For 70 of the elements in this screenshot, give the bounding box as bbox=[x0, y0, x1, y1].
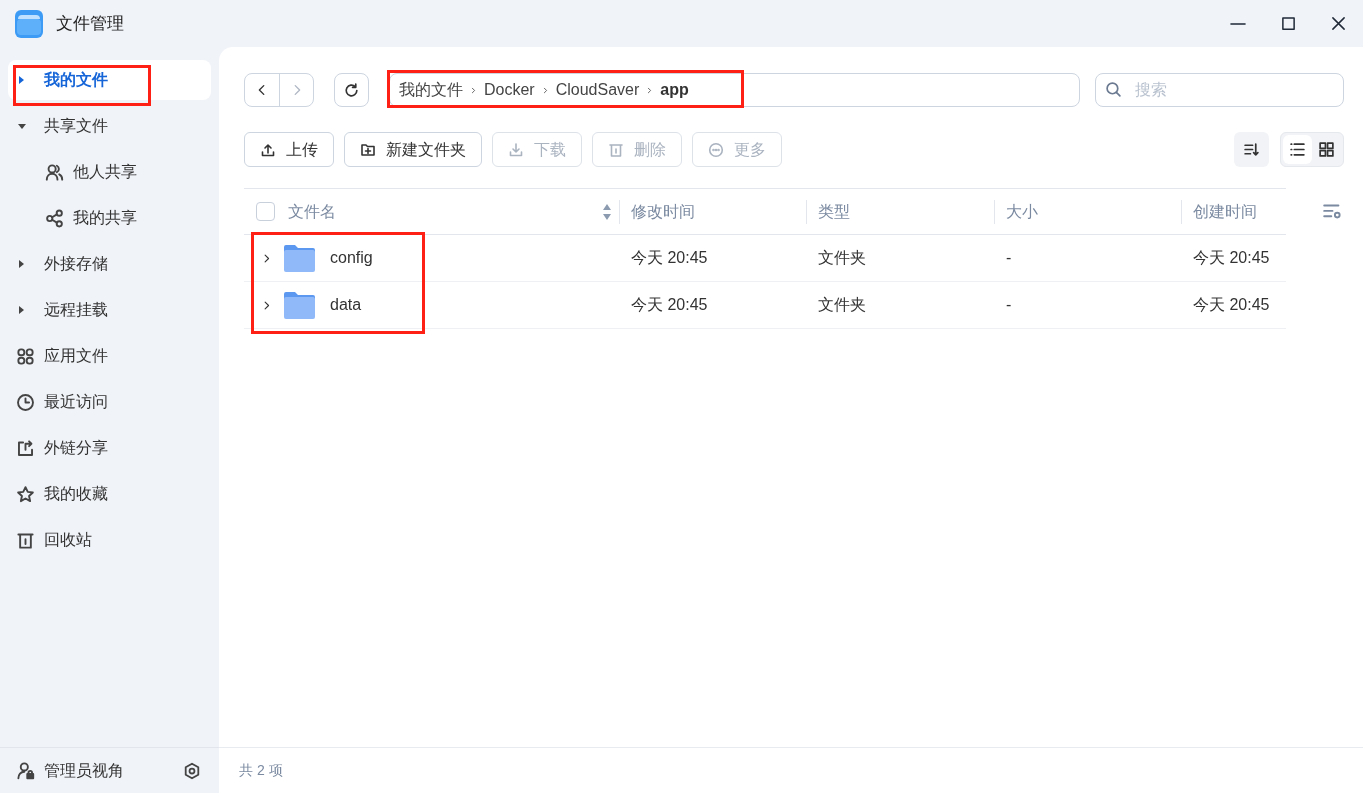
sort-arrows-icon bbox=[602, 202, 612, 221]
download-icon bbox=[508, 141, 524, 158]
share-icon bbox=[45, 208, 64, 228]
column-header[interactable]: 修改时间 bbox=[631, 199, 695, 224]
path-bar[interactable]: 我的文件 Docker CloudSaver app bbox=[389, 73, 1080, 107]
column-header[interactable]: 创建时间 bbox=[1193, 199, 1257, 224]
column-settings-icon bbox=[1323, 202, 1342, 221]
more-icon bbox=[708, 141, 724, 158]
sidebar-item[interactable]: 我的文件 bbox=[8, 60, 211, 100]
toolbar-button[interactable]: 上传 bbox=[244, 132, 334, 167]
breadcrumb-separator-icon bbox=[469, 85, 478, 95]
refresh-button[interactable] bbox=[334, 73, 369, 107]
app-logo-icon bbox=[15, 9, 43, 38]
settings-icon bbox=[183, 761, 201, 780]
new-folder-icon bbox=[360, 141, 376, 158]
maximize-icon bbox=[1280, 16, 1296, 31]
item-count: 共 2 项 bbox=[239, 761, 283, 780]
minimize-icon bbox=[1230, 22, 1246, 25]
star-icon bbox=[16, 484, 35, 504]
table-cell: 文件夹 bbox=[818, 296, 866, 313]
sidebar-item[interactable]: 最近访问 bbox=[8, 382, 211, 422]
sidebar-item[interactable]: 我的共享 bbox=[8, 198, 211, 238]
admin-user-icon bbox=[16, 761, 35, 780]
admin-view-label: 管理员视角 bbox=[44, 760, 124, 781]
clock-icon bbox=[16, 392, 35, 412]
upload-icon bbox=[260, 141, 276, 158]
table-cell: 今天 20:45 bbox=[1193, 249, 1270, 266]
folder-icon bbox=[284, 291, 315, 319]
sort-icon bbox=[1243, 141, 1260, 158]
sidebar-item[interactable]: 外接存储 bbox=[8, 244, 211, 284]
table-cell: - bbox=[1006, 296, 1012, 313]
breadcrumb-item[interactable]: 我的文件 bbox=[399, 78, 463, 102]
trash-icon bbox=[608, 141, 624, 158]
share-out-icon bbox=[16, 438, 35, 458]
table-cell: 今天 20:45 bbox=[631, 249, 708, 266]
column-header[interactable]: 大小 bbox=[1006, 199, 1038, 224]
sidebar-item[interactable]: 他人共享 bbox=[8, 152, 211, 192]
file-name: config bbox=[330, 248, 373, 268]
search-icon bbox=[1105, 81, 1122, 98]
breadcrumb-item[interactable]: CloudSaver bbox=[555, 78, 640, 102]
table-cell: - bbox=[1006, 249, 1012, 266]
sidebar-item[interactable]: 共享文件 bbox=[8, 106, 211, 146]
breadcrumb-item[interactable]: app bbox=[660, 78, 689, 102]
sidebar-item[interactable]: 应用文件 bbox=[8, 336, 211, 376]
sidebar-item[interactable]: 外链分享 bbox=[8, 428, 211, 468]
sort-button[interactable] bbox=[1234, 132, 1269, 167]
people-icon bbox=[45, 162, 64, 182]
file-row[interactable]: data 今天 20:45 文件夹 - 今天 20:45 bbox=[244, 282, 1286, 329]
apps-icon bbox=[16, 346, 35, 366]
column-header[interactable]: 文件名 bbox=[288, 199, 336, 224]
sidebar-item[interactable]: 回收站 bbox=[8, 520, 211, 560]
column-header[interactable]: 类型 bbox=[818, 199, 850, 224]
table-cell: 文件夹 bbox=[818, 249, 866, 266]
folder-icon bbox=[284, 244, 315, 272]
list-view-icon bbox=[1289, 141, 1306, 158]
sidebar-item[interactable]: 远程挂载 bbox=[8, 290, 211, 330]
search-field[interactable]: 搜索 bbox=[1095, 73, 1344, 107]
table-cell: 今天 20:45 bbox=[631, 296, 708, 313]
view-toggle[interactable] bbox=[1283, 135, 1312, 164]
grid-view-icon bbox=[1318, 141, 1335, 158]
close-icon bbox=[1330, 16, 1346, 31]
breadcrumb-item[interactable]: Docker bbox=[484, 78, 535, 102]
sidebar-item[interactable]: 我的收藏 bbox=[8, 474, 211, 514]
window-title: 文件管理 bbox=[56, 12, 124, 35]
select-all-checkbox[interactable] bbox=[256, 202, 275, 221]
file-name: data bbox=[330, 295, 362, 315]
toolbar-button[interactable]: 新建文件夹 bbox=[344, 132, 482, 167]
file-row[interactable]: config 今天 20:45 文件夹 - 今天 20:45 bbox=[244, 235, 1286, 282]
table-cell: 今天 20:45 bbox=[1193, 296, 1270, 313]
refresh-icon bbox=[343, 81, 360, 99]
